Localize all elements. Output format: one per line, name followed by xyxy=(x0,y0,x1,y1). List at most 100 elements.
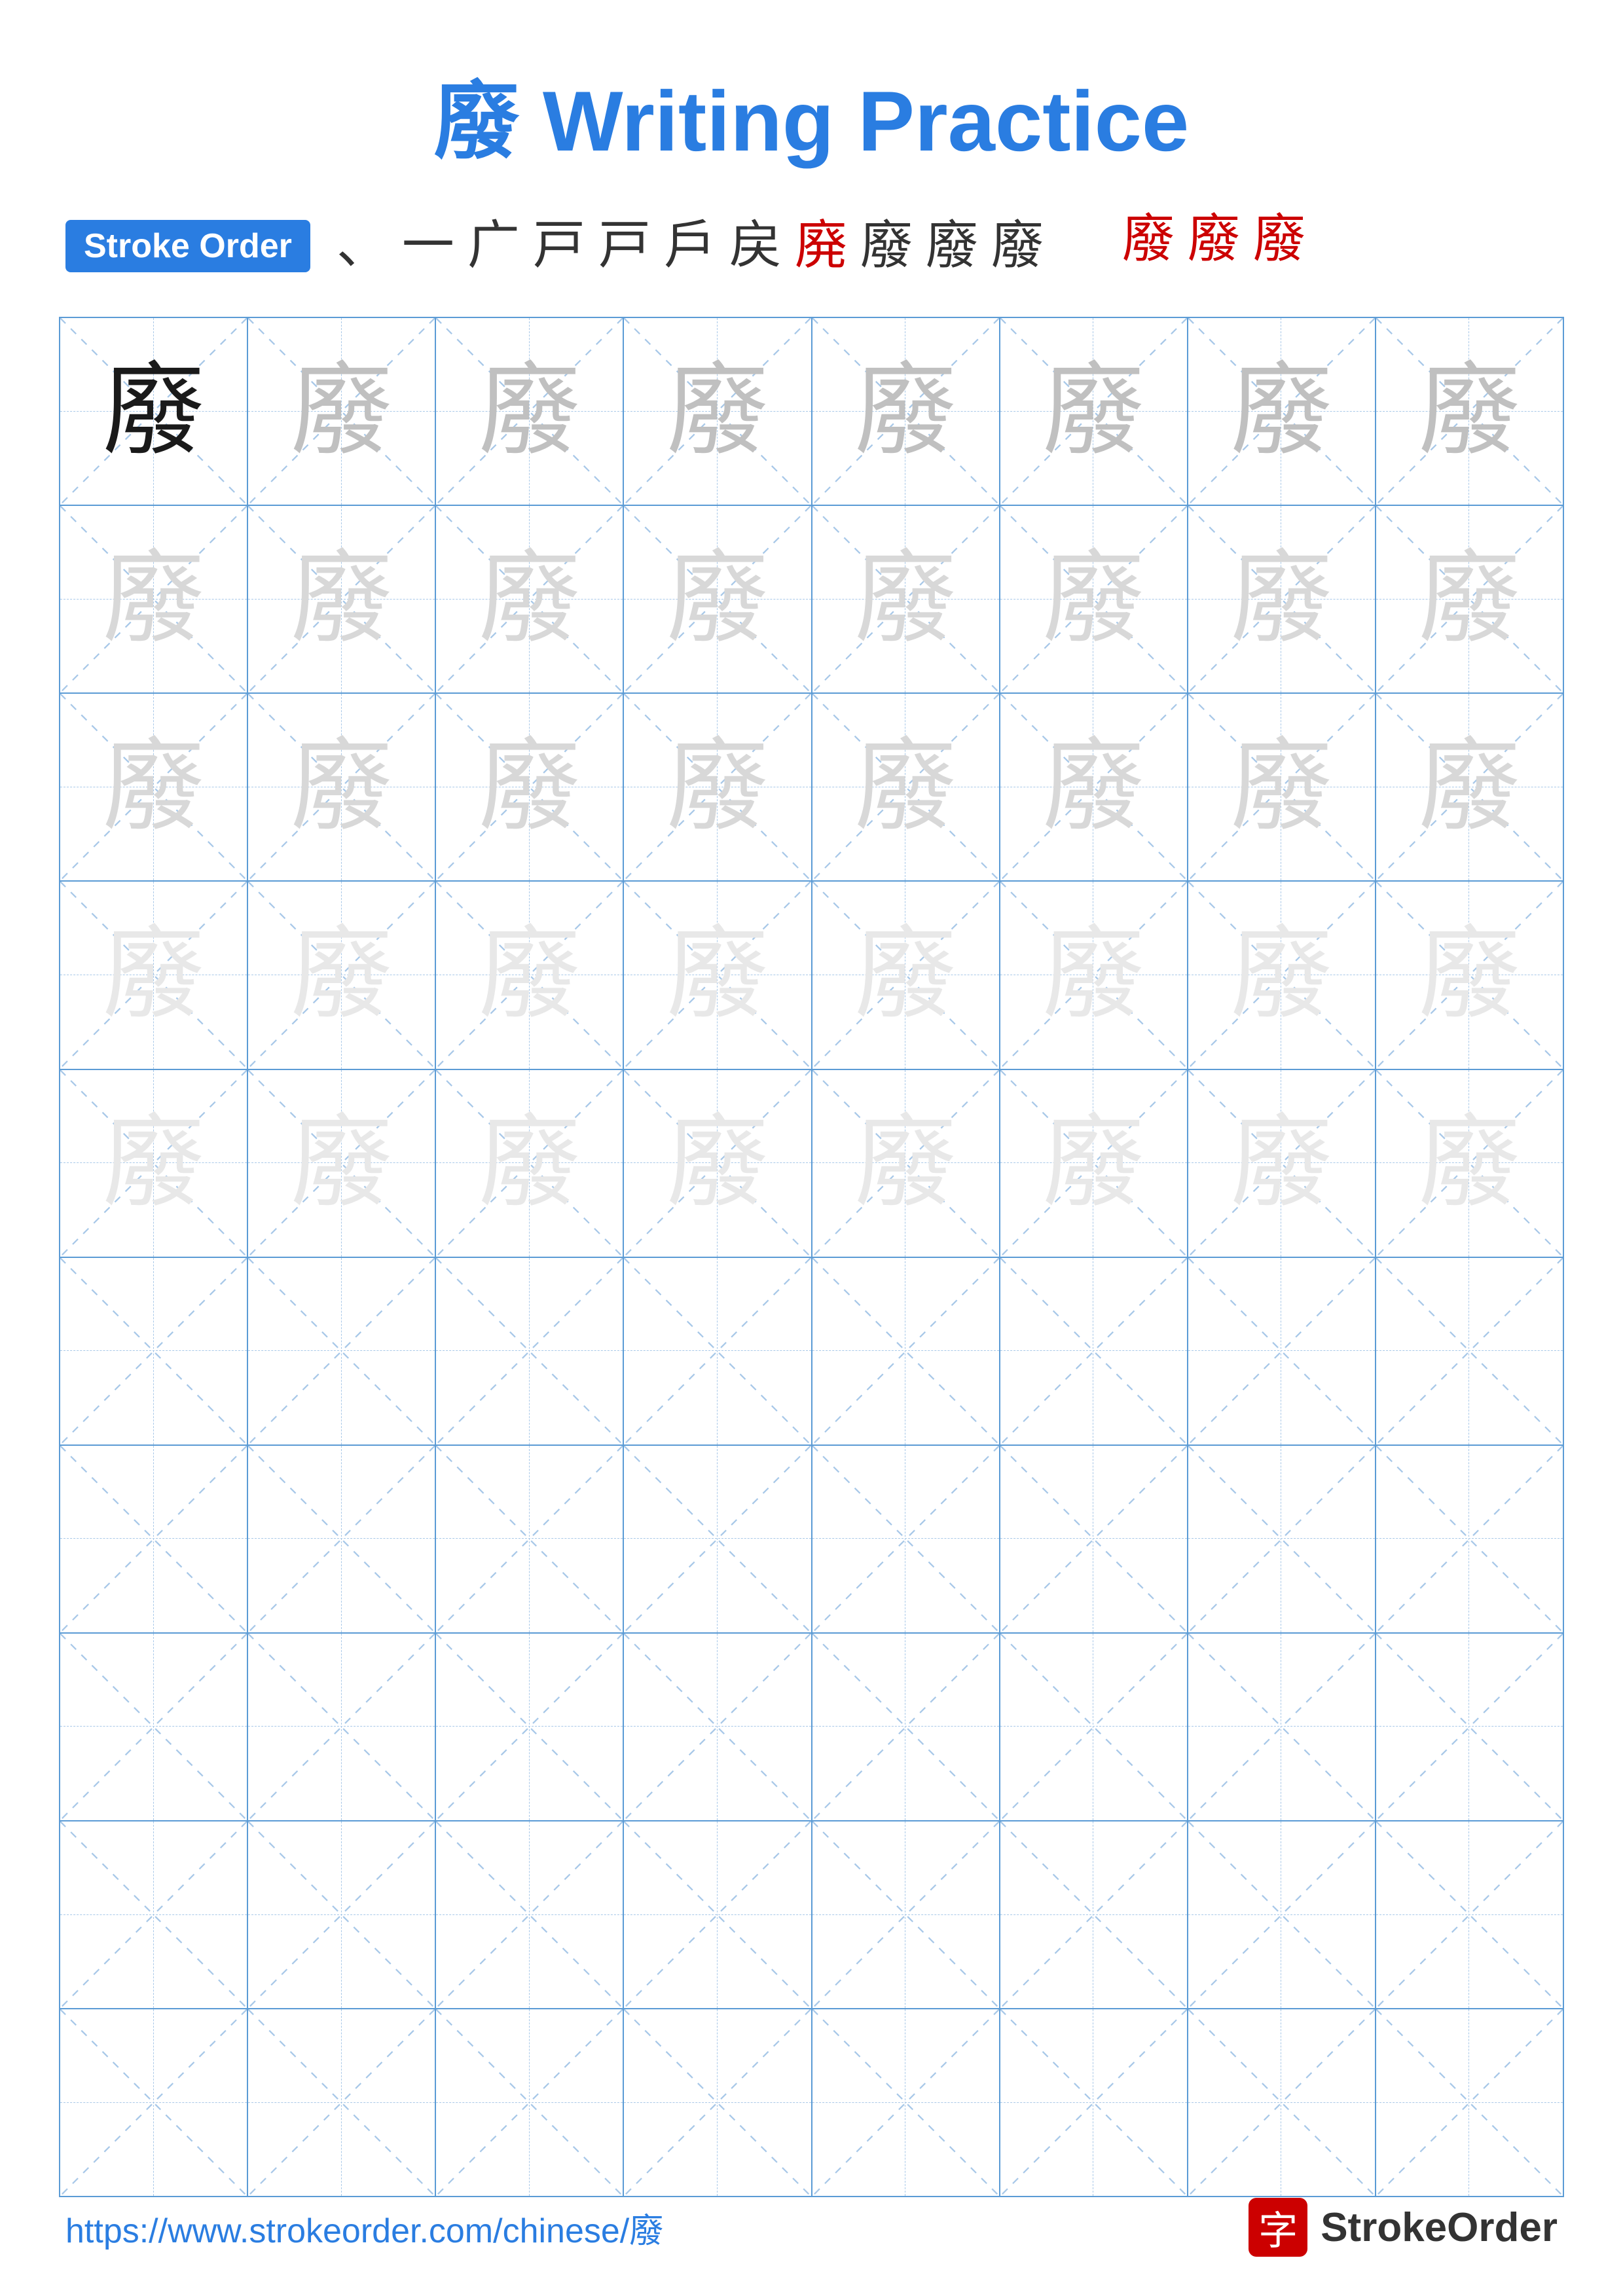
empty-r6c7[interactable] xyxy=(1188,1258,1376,1446)
char-r2c3: 廢 xyxy=(479,548,580,650)
grid-cell-r3c1: 廢 xyxy=(60,694,248,882)
empty-r7c8[interactable] xyxy=(1376,1446,1564,1634)
empty-r6c1[interactable] xyxy=(60,1258,248,1446)
empty-r10c4[interactable] xyxy=(624,2009,812,2197)
grid-cell-r4c4: 廢 xyxy=(624,882,812,1069)
empty-r10c8[interactable] xyxy=(1376,2009,1564,2197)
char-r2c2: 廢 xyxy=(291,548,392,650)
empty-r6c4[interactable] xyxy=(624,1258,812,1446)
empty-r10c5[interactable] xyxy=(812,2009,1000,2197)
grid-cell-r4c6: 廢 xyxy=(1000,882,1188,1069)
char-r3c6: 廢 xyxy=(1043,736,1144,838)
empty-r8c5[interactable] xyxy=(812,1634,1000,1821)
empty-r7c5[interactable] xyxy=(812,1446,1000,1634)
empty-r9c5[interactable] xyxy=(812,1821,1000,2009)
char-r2c4: 廢 xyxy=(666,548,768,650)
empty-r9c3[interactable] xyxy=(436,1821,624,2009)
grid-cell-r4c2: 廢 xyxy=(248,882,436,1069)
empty-r8c2[interactable] xyxy=(248,1634,436,1821)
stroke-9: 廢 xyxy=(854,215,919,278)
grid-cell-r2c5: 廢 xyxy=(812,506,1000,694)
grid-cell-r5c5: 廢 xyxy=(812,1070,1000,1258)
empty-r10c6[interactable] xyxy=(1000,2009,1188,2197)
grid-cell-r1c7: 廢 xyxy=(1188,318,1376,506)
grid-cell-r3c4: 廢 xyxy=(624,694,812,882)
stroke-13: 廢 xyxy=(1181,208,1247,271)
grid-cell-r1c4: 廢 xyxy=(624,318,812,506)
empty-r7c4[interactable] xyxy=(624,1446,812,1634)
char-r4c6: 廢 xyxy=(1043,924,1144,1026)
char-r1c8: 廢 xyxy=(1419,361,1520,462)
grid-cell-r3c2: 廢 xyxy=(248,694,436,882)
stroke-order-section: Stroke Order 、 一 广 戸 戸 戶 戻 廃 廢 廢 廢 廢 廢 廢 xyxy=(0,215,1623,278)
grid-cell-r1c2: 廢 xyxy=(248,318,436,506)
stroke-7: 戻 xyxy=(723,215,788,278)
grid-cell-r3c7: 廢 xyxy=(1188,694,1376,882)
stroke-4: 戸 xyxy=(526,215,592,278)
char-r1c2: 廢 xyxy=(291,361,392,462)
char-r5c6: 廢 xyxy=(1043,1113,1144,1214)
grid-cell-r5c7: 廢 xyxy=(1188,1070,1376,1258)
char-r3c8: 廢 xyxy=(1419,736,1520,838)
char-r5c7: 廢 xyxy=(1231,1113,1332,1214)
stroke-order-badge: Stroke Order xyxy=(65,220,310,272)
empty-r9c4[interactable] xyxy=(624,1821,812,2009)
char-r5c2: 廢 xyxy=(291,1113,392,1214)
empty-r9c7[interactable] xyxy=(1188,1821,1376,2009)
grid-cell-r1c8: 廢 xyxy=(1376,318,1564,506)
char-r2c8: 廢 xyxy=(1419,548,1520,650)
empty-r7c7[interactable] xyxy=(1188,1446,1376,1634)
empty-r7c6[interactable] xyxy=(1000,1446,1188,1634)
empty-r8c3[interactable] xyxy=(436,1634,624,1821)
char-r3c5: 廢 xyxy=(855,736,957,838)
strokeorder-logo-icon: 字 xyxy=(1249,2198,1307,2257)
grid-cell-r1c1: 廢 xyxy=(60,318,248,506)
footer-logo: 字 StrokeOrder xyxy=(1249,2198,1558,2257)
empty-r6c8[interactable] xyxy=(1376,1258,1564,1446)
footer: https://www.strokeorder.com/chinese/廢 字 … xyxy=(0,2198,1623,2257)
empty-r8c8[interactable] xyxy=(1376,1634,1564,1821)
empty-r10c7[interactable] xyxy=(1188,2009,1376,2197)
empty-r9c2[interactable] xyxy=(248,1821,436,2009)
grid-cell-r2c3: 廢 xyxy=(436,506,624,694)
char-r3c1: 廢 xyxy=(103,736,204,838)
grid-cell-r5c3: 廢 xyxy=(436,1070,624,1258)
grid-cell-r3c8: 廢 xyxy=(1376,694,1564,882)
stroke-row-1: Stroke Order 、 一 广 戸 戸 戶 戻 廃 廢 廢 廢 xyxy=(65,215,1050,278)
grid-cell-r3c6: 廢 xyxy=(1000,694,1188,882)
empty-r10c2[interactable] xyxy=(248,2009,436,2197)
char-r5c3: 廢 xyxy=(479,1113,580,1214)
empty-r8c1[interactable] xyxy=(60,1634,248,1821)
char-r3c2: 廢 xyxy=(291,736,392,838)
practice-grid-container: 廢 廢 廢 廢 xyxy=(0,317,1623,2197)
grid-cell-r4c3: 廢 xyxy=(436,882,624,1069)
empty-r8c7[interactable] xyxy=(1188,1634,1376,1821)
grid-cell-r1c5: 廢 xyxy=(812,318,1000,506)
empty-r8c6[interactable] xyxy=(1000,1634,1188,1821)
stroke-14: 廢 xyxy=(1247,208,1312,271)
empty-r7c2[interactable] xyxy=(248,1446,436,1634)
empty-r6c3[interactable] xyxy=(436,1258,624,1446)
footer-url-link[interactable]: https://www.strokeorder.com/chinese/廢 xyxy=(65,2203,663,2252)
empty-r9c1[interactable] xyxy=(60,1821,248,2009)
empty-r6c2[interactable] xyxy=(248,1258,436,1446)
empty-r10c3[interactable] xyxy=(436,2009,624,2197)
grid-cell-r2c4: 廢 xyxy=(624,506,812,694)
empty-r8c4[interactable] xyxy=(624,1634,812,1821)
grid-cell-r5c1: 廢 xyxy=(60,1070,248,1258)
empty-r7c3[interactable] xyxy=(436,1446,624,1634)
empty-r10c1[interactable] xyxy=(60,2009,248,2197)
grid-cell-r5c6: 廢 xyxy=(1000,1070,1188,1258)
empty-r7c1[interactable] xyxy=(60,1446,248,1634)
char-r5c1: 廢 xyxy=(103,1113,204,1214)
stroke-8: 廃 xyxy=(788,215,854,278)
grid-cell-r2c6: 廢 xyxy=(1000,506,1188,694)
char-r1c6: 廢 xyxy=(1043,361,1144,462)
empty-r6c5[interactable] xyxy=(812,1258,1000,1446)
stroke-10: 廢 xyxy=(919,215,985,278)
empty-r6c6[interactable] xyxy=(1000,1258,1188,1446)
stroke-11: 廢 xyxy=(985,215,1050,278)
char-r4c4: 廢 xyxy=(666,924,768,1026)
empty-r9c8[interactable] xyxy=(1376,1821,1564,2009)
empty-r9c6[interactable] xyxy=(1000,1821,1188,2009)
